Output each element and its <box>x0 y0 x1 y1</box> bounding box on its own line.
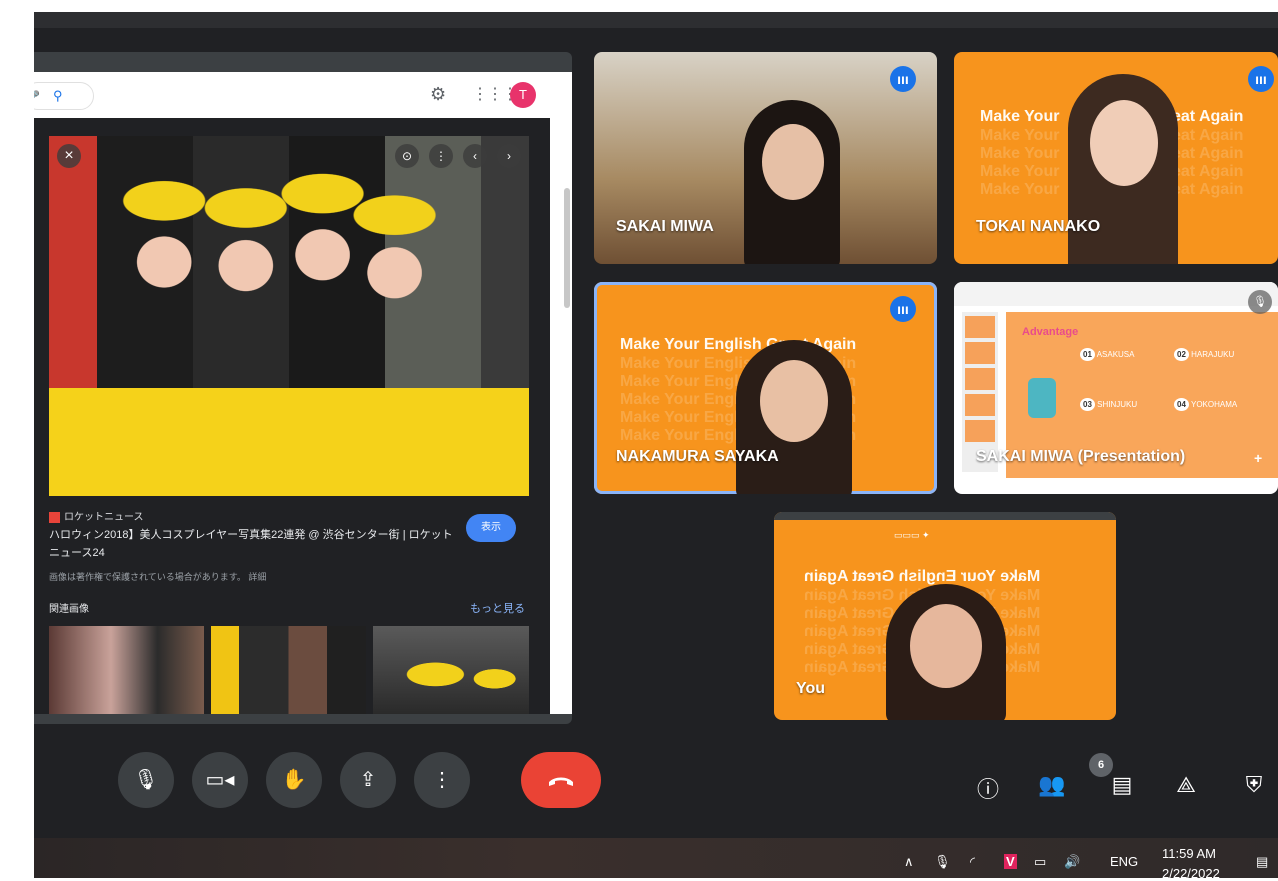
slide-item: 03 SHINJUKU <box>1080 398 1137 411</box>
next-icon[interactable]: › <box>497 144 521 168</box>
related-thumbnail[interactable] <box>49 626 204 714</box>
speaking-indicator-icon: ııı <box>890 296 916 322</box>
previous-icon[interactable]: ‹ <box>463 144 487 168</box>
slide-thumbnail <box>965 316 995 338</box>
show-hidden-icons[interactable]: ∧ <box>904 854 914 870</box>
battery-icon[interactable]: ▭ <box>1034 854 1046 870</box>
speaking-indicator-icon: ııı <box>890 66 916 92</box>
meeting-details-icon[interactable]: ⓘ <box>970 772 1006 804</box>
participant-face <box>910 604 982 688</box>
muted-mic-icon: 🎙 <box>1248 290 1272 314</box>
voice-search-icon[interactable]: 🎤 <box>34 90 40 104</box>
wifi-icon[interactable]: ◜ <box>970 854 975 870</box>
logo-mark: ▭▭▭ ✦ <box>894 530 930 540</box>
participant-tile-nakamura-sayaka[interactable]: Make Your English Great Again Make Your … <box>594 282 937 494</box>
participant-name: SAKAI MIWA <box>616 218 714 235</box>
notifications-icon[interactable]: ▤ <box>1256 854 1268 870</box>
more-vert-icon[interactable]: ⋮ <box>429 144 453 168</box>
self-view-tile[interactable]: ▭▭▭ ✦ Make Your English Great Again Make… <box>774 512 1116 720</box>
related-images-heading: 関連画像 <box>49 604 89 615</box>
participant-name: NAKAMURA SAYAKA <box>616 448 779 465</box>
host-controls-icon[interactable]: ⛨ <box>1236 772 1272 798</box>
result-title[interactable]: ハロウィン2018】美人コスプレイヤー写真集22連発 @ 渋谷センター街 | ロ… <box>49 526 459 562</box>
mic-tray-icon[interactable]: 🎙 <box>934 854 951 870</box>
present-screen-button[interactable]: ⇪ <box>340 752 396 808</box>
background-slogan: Make Your <box>980 108 1060 125</box>
slides-toolbar <box>954 282 1278 306</box>
clock-date[interactable]: 2/22/2022 <box>1162 866 1220 881</box>
participant-name: TOKAI NANAKO <box>976 218 1101 235</box>
background-slogan: eat Again <box>1172 145 1244 162</box>
slide-thumbnail <box>965 342 995 364</box>
more-vert-icon: ⋮ <box>432 769 452 791</box>
background-slogan: eat Again <box>1172 163 1244 180</box>
slide-item: 02 HARAJUKU <box>1174 348 1234 361</box>
top-bar <box>34 12 1278 28</box>
view-button[interactable]: 表示 <box>466 514 516 542</box>
presentation-tile[interactable]: Advantage 01 ASAKUSA 02 HARAJUKU 03 SHIN… <box>954 282 1278 494</box>
background-slogan: eat Again <box>1172 181 1244 198</box>
slide-thumbnail <box>965 394 995 416</box>
result-source[interactable]: ロケットニュース <box>49 508 144 523</box>
people-icon[interactable]: 👥 <box>1034 772 1070 798</box>
account-avatar[interactable]: T <box>510 82 536 108</box>
microphone-icon: 🎙 <box>133 769 159 791</box>
copyright-note: 画像は著作権で保護されている場合があります。 詳細 <box>49 572 267 582</box>
clock-time[interactable]: 11:59 AM <box>1162 846 1216 861</box>
image-viewer-panel: × ⊙ ⋮ ‹ › ロケットニュース ハロウィン2018】美人コスプレイヤー写真… <box>34 118 550 714</box>
see-more-link[interactable]: もっと見る <box>470 600 525 616</box>
search-icon[interactable]: ⚲ <box>53 88 63 104</box>
participant-tile-sakai-miwa[interactable]: ııı SAKAI MIWA <box>594 52 937 264</box>
chat-icon[interactable]: ▤ <box>1104 772 1140 798</box>
camera-button[interactable]: ▭◂ <box>192 752 248 808</box>
settings-gear-icon[interactable]: ⚙ <box>430 84 446 105</box>
cosplay-photo[interactable]: × ⊙ ⋮ ‹ › <box>49 136 529 496</box>
microphone-button[interactable]: 🎙 <box>118 752 174 808</box>
background-slogan: Make Your English Great Again <box>804 568 1041 585</box>
slide-thumbnail <box>965 368 995 390</box>
participant-name: SAKAI MIWA (Presentation) <box>976 448 1186 465</box>
background-slogan: Make Your <box>980 163 1060 180</box>
scrollbar-thumb[interactable] <box>564 188 570 308</box>
participant-face <box>762 124 824 200</box>
slide-item: 01 ASAKUSA <box>1080 348 1134 361</box>
participant-name: You <box>796 680 826 697</box>
language-indicator[interactable]: ENG <box>1110 854 1138 869</box>
activities-icon[interactable]: ⟁ <box>1168 772 1204 798</box>
related-thumbnail[interactable] <box>373 626 529 714</box>
related-thumbnail[interactable] <box>211 626 366 714</box>
robot-illustration <box>1028 378 1056 418</box>
lens-icon[interactable]: ⊙ <box>395 144 419 168</box>
tile-top-edge <box>774 512 1116 520</box>
background-slogan: eat Again <box>1172 108 1244 125</box>
background-slogan: Make Your <box>980 145 1060 162</box>
present-icon: ⇪ <box>359 769 377 791</box>
participant-tile-tokai-nanako[interactable]: Make Your eat Again Make Your Make Your … <box>954 52 1278 264</box>
participant-face <box>1090 100 1158 186</box>
search-box[interactable]: 🎤 ⚲ <box>34 82 94 110</box>
slide-thumbnail <box>965 420 995 442</box>
speaking-indicator-icon: ııı <box>1248 66 1274 92</box>
camera-icon: ▭◂ <box>205 769 235 791</box>
windows-taskbar <box>34 838 1278 878</box>
slide-item: 04 YOKOHAMA <box>1174 398 1237 411</box>
shared-screen: 🎤 ⚲ ⚙ ⋮⋮⋮ T × ⊙ ⋮ ‹ › ロケットニュース ハロウィン2018… <box>34 52 572 724</box>
source-logo-icon <box>49 511 60 523</box>
raise-hand-button[interactable]: ✋ <box>266 752 322 808</box>
app-tray-icon[interactable]: V <box>1004 854 1017 869</box>
add-icon[interactable]: + <box>1254 450 1262 466</box>
phone-hangup-icon <box>549 777 573 786</box>
slide-heading: Advantage <box>1022 326 1079 338</box>
background-slogan: Make Your <box>980 127 1060 144</box>
background-slogan: eat Again <box>1172 127 1244 144</box>
participant-face <box>760 360 828 442</box>
more-options-button[interactable]: ⋮ <box>414 752 470 808</box>
close-icon[interactable]: × <box>57 144 81 168</box>
leave-call-button[interactable] <box>521 752 601 808</box>
volume-icon[interactable]: 🔊 <box>1064 854 1080 870</box>
meet-window: 🎤 ⚲ ⚙ ⋮⋮⋮ T × ⊙ ⋮ ‹ › ロケットニュース ハロウィン2018… <box>34 12 1278 838</box>
background-slogan: Make Your <box>980 181 1060 198</box>
browser-toolbar: 🎤 ⚲ ⚙ ⋮⋮⋮ T <box>34 72 572 118</box>
hand-icon: ✋ <box>281 769 307 791</box>
